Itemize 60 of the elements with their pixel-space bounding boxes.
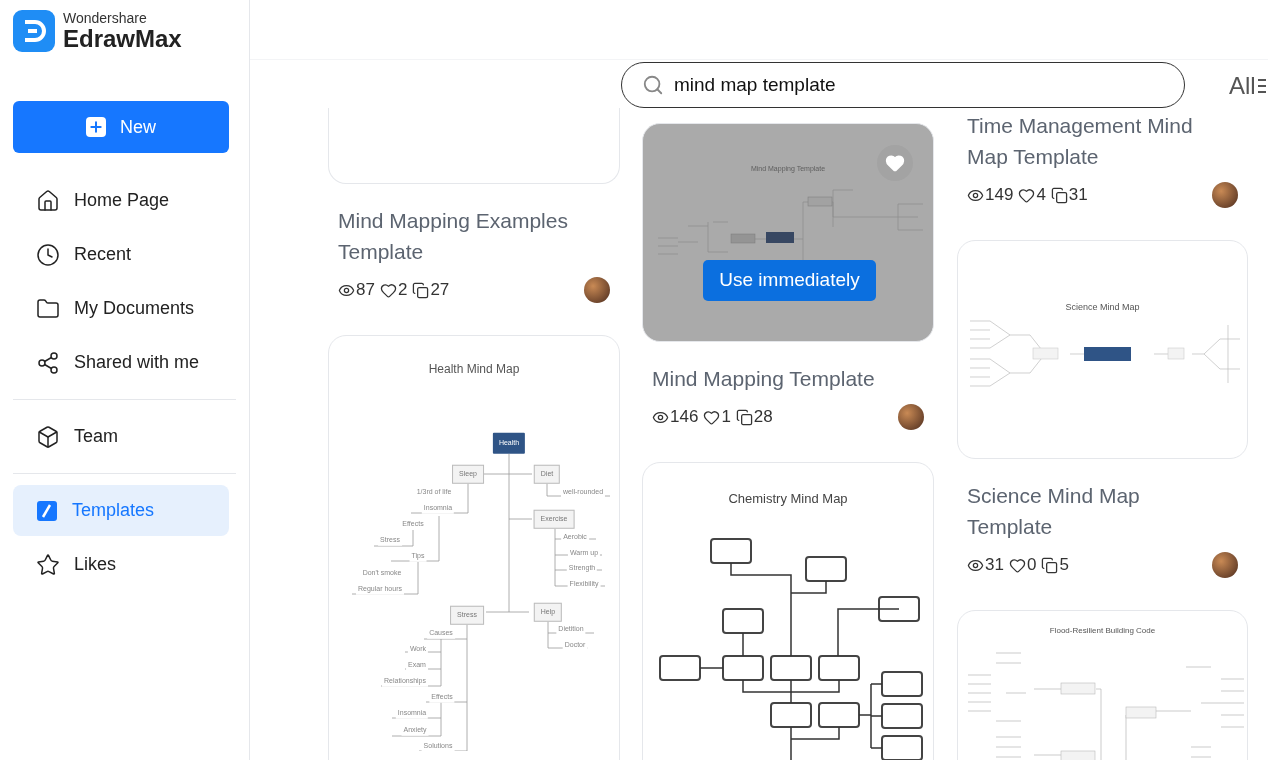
- preview-title: Flood-Resilient Building Code: [1048, 625, 1157, 637]
- copy-icon: [1050, 186, 1068, 204]
- heart-icon: [379, 281, 397, 299]
- author-avatar[interactable]: [1212, 552, 1238, 578]
- stat-count: 0: [1026, 554, 1037, 577]
- home-icon: [36, 188, 60, 213]
- heart-icon: [1008, 556, 1026, 574]
- sidebar-item[interactable]: Home Page: [13, 175, 229, 226]
- sidebar-item[interactable]: My Documents: [13, 283, 229, 334]
- search-icon: [642, 74, 664, 96]
- template-preview[interactable]: Flood-Resilient Building Code: [957, 610, 1248, 760]
- stat-count: 87: [356, 279, 375, 302]
- templates-icon: [36, 499, 58, 522]
- sidebar-item[interactable]: Likes: [13, 539, 229, 590]
- sidebar-item[interactable]: Shared with me: [13, 337, 229, 388]
- folder-icon: [36, 296, 60, 321]
- use-template-button[interactable]: Use immediately: [703, 260, 876, 301]
- plus-icon: [86, 117, 106, 137]
- preview-title: Science Mind Map: [1064, 301, 1141, 314]
- copy-icon: [412, 281, 430, 299]
- brand-name: Wondershare: [63, 11, 148, 25]
- list-icon: [1257, 76, 1266, 96]
- author-avatar[interactable]: [1212, 182, 1238, 208]
- stat-count: 27: [430, 279, 450, 302]
- heart-icon: [703, 408, 721, 426]
- stat-count: 149: [985, 184, 1014, 207]
- author-avatar[interactable]: [898, 404, 924, 430]
- cube-icon: [36, 424, 60, 449]
- stat-count: 31: [985, 554, 1004, 577]
- stat-count: 4: [1036, 184, 1046, 207]
- sidebar-item[interactable]: Recent: [13, 229, 229, 280]
- template-preview[interactable]: Chemistry Mind Map: [642, 462, 934, 760]
- preview-title: Chemistry Mind Map: [727, 490, 849, 508]
- stat-count: 1: [721, 406, 731, 429]
- template-title[interactable]: Science Mind Map Template: [957, 459, 1248, 542]
- sidebar-item[interactable]: Team: [13, 411, 229, 462]
- star-icon: [36, 552, 60, 577]
- heart-icon: [885, 153, 905, 173]
- stat-count: 146: [670, 406, 699, 429]
- copy-icon: [1041, 556, 1059, 574]
- template-title[interactable]: Mind Mapping Examples Template: [328, 184, 620, 267]
- copy-icon: [735, 408, 753, 426]
- stat-count: 31: [1068, 184, 1088, 207]
- stat-count: 5: [1059, 554, 1069, 577]
- logo-icon: [13, 10, 55, 52]
- heart-icon: [1018, 186, 1036, 204]
- author-avatar[interactable]: [584, 277, 610, 303]
- new-button[interactable]: New: [13, 101, 229, 153]
- stat-count: 2: [397, 279, 408, 302]
- template-title[interactable]: Mind Mapping Template: [642, 342, 934, 394]
- clock-icon: [36, 242, 60, 267]
- product-name: EdrawMax: [63, 27, 182, 51]
- template-title[interactable]: Time Management Mind Map Template: [957, 110, 1248, 172]
- filter-dropdown[interactable]: All: [1229, 68, 1266, 104]
- stat-count: 28: [753, 406, 773, 429]
- share-icon: [36, 350, 60, 375]
- sidebar-item[interactable]: Templates: [13, 485, 229, 536]
- preview-title: Health Mind Map: [427, 361, 521, 378]
- search-value: mind map template: [674, 72, 836, 97]
- template-preview[interactable]: Science Mind Map: [957, 240, 1248, 459]
